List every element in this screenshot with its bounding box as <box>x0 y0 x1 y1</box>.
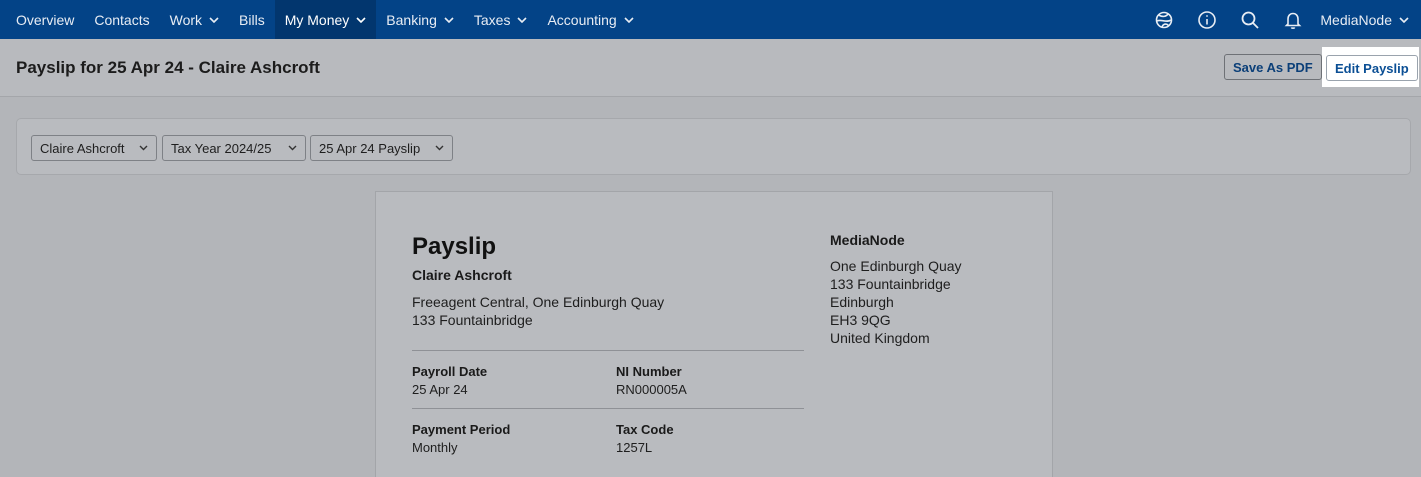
search-icon[interactable] <box>1228 0 1271 39</box>
tax-code-value: 1257L <box>616 440 653 455</box>
company-address: One Edinburgh Quay 133 Fountainbridge Ed… <box>830 257 962 347</box>
company-address-line: EH3 9QG <box>830 312 891 328</box>
nav-item-label: Contacts <box>94 11 150 28</box>
account-name: MediaNode <box>1320 11 1392 28</box>
nav-item-label: Overview <box>16 11 75 28</box>
employee-address-line: Freeagent Central, One Edinburgh Quay <box>412 294 665 310</box>
top-navigation: Overview Contacts Work Bills My Money Ba… <box>0 0 1421 39</box>
employee-address-line: 133 Fountainbridge <box>412 312 533 328</box>
nav-item-label: Banking <box>386 11 437 28</box>
company-address-line: United Kingdom <box>830 330 930 346</box>
tax-year-select[interactable]: Tax Year 2024/25 <box>162 135 306 161</box>
nav-item-label: Work <box>169 11 203 28</box>
company-name: MediaNode <box>830 232 905 248</box>
save-as-pdf-button[interactable]: Save As PDF <box>1224 54 1322 80</box>
company-address-line: One Edinburgh Quay <box>830 258 962 274</box>
nav-utilities: MediaNode <box>1142 0 1421 39</box>
nav-item-overview[interactable]: Overview <box>6 0 84 39</box>
payslip-select-value: 25 Apr 24 Payslip <box>319 140 421 156</box>
page-title: Payslip for 25 Apr 24 - Claire Ashcroft <box>16 58 320 77</box>
payroll-date-label: Payroll Date <box>412 364 488 379</box>
nav-item-banking[interactable]: Banking <box>376 0 464 39</box>
employee-select[interactable]: Claire Ashcroft <box>31 135 157 161</box>
divider <box>412 350 804 351</box>
payroll-date-value: 25 Apr 24 <box>412 382 468 397</box>
nav-item-label: My Money <box>284 11 350 28</box>
payment-period-label: Payment Period <box>412 422 511 437</box>
payment-period-value: Monthly <box>412 440 458 455</box>
chevron-down-icon <box>517 16 528 23</box>
chevron-down-icon <box>288 145 297 151</box>
company-address-line: 133 Fountainbridge <box>830 276 951 292</box>
employee-address: Freeagent Central, One Edinburgh Quay 13… <box>412 293 664 329</box>
nav-item-label: Taxes <box>473 11 511 28</box>
chevron-down-icon <box>444 16 454 23</box>
filter-panel: Claire Ashcroft Tax Year 2024/25 25 Apr … <box>16 118 1411 175</box>
payslip-document: Payslip Claire Ashcroft Freeagent Centra… <box>375 191 1053 477</box>
chevron-down-icon <box>624 16 634 23</box>
tax-code-label: Tax Code <box>616 422 674 437</box>
divider <box>412 408 804 409</box>
bell-icon[interactable] <box>1271 0 1314 39</box>
nav-item-taxes[interactable]: Taxes <box>464 0 538 39</box>
main-nav: Overview Contacts Work Bills My Money Ba… <box>0 0 644 39</box>
nav-item-label: Accounting <box>547 11 617 28</box>
ni-number-value: RN000005A <box>616 382 687 397</box>
globe-icon[interactable] <box>1142 0 1185 39</box>
chevron-down-icon <box>1399 16 1409 23</box>
page-header: Payslip for 25 Apr 24 - Claire Ashcroft … <box>0 39 1421 97</box>
nav-item-contacts[interactable]: Contacts <box>84 0 159 39</box>
payslip-select[interactable]: 25 Apr 24 Payslip <box>310 135 453 161</box>
employee-name: Claire Ashcroft <box>412 267 512 283</box>
company-address-line: Edinburgh <box>830 294 894 310</box>
chevron-down-icon <box>435 145 444 151</box>
nav-item-bills[interactable]: Bills <box>229 0 275 39</box>
tax-year-select-value: Tax Year 2024/25 <box>171 140 272 156</box>
chevron-down-icon <box>139 145 148 151</box>
edit-payslip-button[interactable]: Edit Payslip <box>1326 55 1418 81</box>
ni-number-label: NI Number <box>616 364 682 379</box>
account-menu[interactable]: MediaNode <box>1314 12 1413 28</box>
chevron-down-icon <box>209 16 219 23</box>
nav-item-my-money[interactable]: My Money <box>274 0 377 39</box>
employee-select-value: Claire Ashcroft <box>40 140 125 156</box>
chevron-down-icon <box>356 16 366 23</box>
nav-item-label: Bills <box>239 11 265 28</box>
nav-item-accounting[interactable]: Accounting <box>537 0 643 39</box>
payslip-title: Payslip <box>412 233 497 260</box>
nav-item-work[interactable]: Work <box>160 0 229 39</box>
info-icon[interactable] <box>1185 0 1228 39</box>
